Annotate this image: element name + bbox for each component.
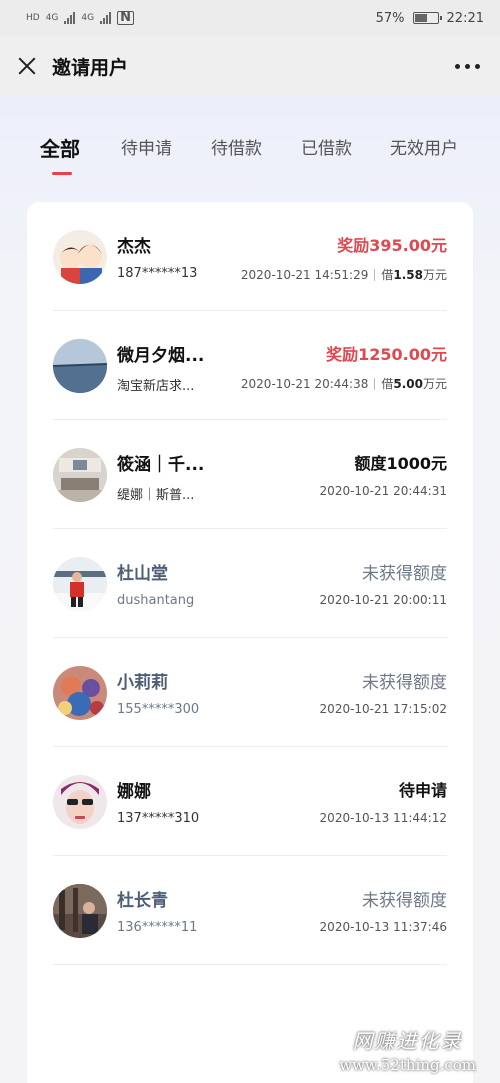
- user-subtitle: dushantang: [117, 593, 195, 608]
- user-time: 2020-10-21 20:44:31: [319, 484, 447, 498]
- user-name: 筱涵｜千...: [117, 455, 205, 475]
- user-meta: 2020-10-21 20:44:31: [320, 484, 447, 498]
- user-row[interactable]: 筱涵｜千... 缇娜｜斯普... 额度1000元 2020-10-21 20:4…: [53, 420, 447, 529]
- loan-amount: 5.00: [393, 377, 423, 391]
- avatar: [53, 775, 107, 829]
- user-time: 2020-10-13 11:44:12: [319, 811, 447, 825]
- user-name: 杰杰: [117, 237, 151, 257]
- tab-pending-loan[interactable]: 待借款: [211, 134, 262, 159]
- user-status: 待申请: [398, 781, 447, 800]
- battery-fill: [414, 14, 427, 22]
- user-name: 杜长青: [117, 891, 168, 911]
- loan-info: 借5.00万元: [381, 375, 447, 392]
- nfc-icon: N: [117, 11, 134, 25]
- user-row[interactable]: 杰杰 187******13 奖励395.00元 2020-10-21 14:5…: [53, 202, 447, 311]
- clock: 22:21: [446, 10, 484, 26]
- user-time: 2020-10-21 20:44:38: [240, 376, 369, 391]
- user-name: 娜娜: [117, 782, 151, 802]
- user-meta: 2020-10-21 20:00:11: [320, 593, 447, 607]
- user-meta: 2020-10-21 14:51:29 借1.58万元: [241, 266, 447, 283]
- user-status: 奖励1250.00元: [326, 345, 447, 364]
- user-name: 小莉莉: [117, 673, 168, 693]
- close-icon[interactable]: [16, 55, 38, 77]
- user-status: 未获得额度: [362, 891, 447, 911]
- user-subtitle: 缇娜｜斯普...: [117, 488, 195, 503]
- avatar: [53, 557, 107, 611]
- status-bar: HD 4G 4G N 57% 22:21: [0, 0, 500, 36]
- battery-icon: [412, 12, 442, 24]
- meta-divider: [374, 377, 376, 390]
- avatar: [53, 884, 107, 938]
- avatar: [53, 339, 107, 393]
- user-subtitle: 137*****310: [117, 811, 200, 826]
- user-subtitle: 187******13: [117, 266, 198, 281]
- user-subtitle: 155*****300: [117, 702, 200, 717]
- user-meta: 2020-10-13 11:37:46: [320, 920, 447, 934]
- network-indicators: HD 4G 4G N: [26, 11, 134, 25]
- avatar: [53, 230, 107, 284]
- page-title: 邀请用户: [52, 56, 129, 79]
- active-tab-indicator: [52, 172, 72, 175]
- tab-invalid-users[interactable]: 无效用户: [390, 134, 458, 159]
- tab-all[interactable]: 全部: [40, 133, 80, 162]
- user-status: 未获得额度: [362, 673, 447, 693]
- user-time: 2020-10-13 11:37:46: [319, 920, 447, 934]
- user-row[interactable]: 微月夕烟... 淘宝新店求... 奖励1250.00元 2020-10-21 2…: [53, 311, 447, 420]
- user-meta: 2020-10-21 20:44:38 借5.00万元: [241, 375, 447, 392]
- watermark-line1: 网赚进化录: [352, 1029, 463, 1053]
- avatar: [53, 448, 107, 502]
- network-label-1: 4G: [45, 13, 59, 23]
- user-status: 未获得额度: [362, 564, 447, 584]
- more-icon[interactable]: [451, 56, 484, 77]
- signal-icon-2: [100, 12, 112, 24]
- tab-loaned[interactable]: 已借款: [301, 134, 352, 159]
- signal-icon: [64, 12, 76, 24]
- loan-unit: 万元: [422, 377, 447, 391]
- user-name: 杜山堂: [117, 564, 168, 584]
- user-time: 2020-10-21 14:51:29: [240, 267, 369, 282]
- watermark: 网赚进化录 www.52thing.com: [339, 1025, 476, 1074]
- network-label-2: 4G: [81, 13, 95, 23]
- user-row[interactable]: 小莉莉 155*****300 未获得额度 2020-10-21 17:15:0…: [53, 638, 447, 747]
- user-row[interactable]: 杜长青 136******11 未获得额度 2020-10-13 11:37:4…: [53, 856, 447, 965]
- user-time: 2020-10-21 20:00:11: [319, 593, 447, 607]
- user-list-card: 杰杰 187******13 奖励395.00元 2020-10-21 14:5…: [27, 202, 473, 1083]
- meta-divider: [374, 268, 376, 281]
- user-name: 微月夕烟...: [117, 346, 205, 366]
- watermark-line2: www.52thing.com: [339, 1056, 476, 1074]
- user-status: 奖励395.00元: [337, 236, 447, 255]
- user-time: 2020-10-21 17:15:02: [319, 702, 447, 716]
- battery-percent: 57%: [375, 10, 405, 26]
- user-subtitle: 淘宝新店求...: [117, 379, 195, 394]
- loan-amount: 1.58: [393, 268, 423, 282]
- tab-pending-apply[interactable]: 待申请: [121, 134, 172, 159]
- user-meta: 2020-10-13 11:44:12: [320, 811, 447, 825]
- loan-info: 借1.58万元: [381, 266, 447, 283]
- loan-prefix: 借: [381, 377, 394, 391]
- loan-prefix: 借: [381, 268, 394, 282]
- loan-unit: 万元: [422, 268, 447, 282]
- tab-bar: 全部 待申请 待借款 已借款 无效用户: [0, 96, 500, 196]
- user-meta: 2020-10-21 17:15:02: [320, 702, 447, 716]
- avatar: [53, 666, 107, 720]
- title-bar: 邀请用户: [0, 36, 500, 96]
- user-status: 额度1000元: [354, 454, 447, 473]
- user-row[interactable]: 杜山堂 dushantang 未获得额度 2020-10-21 20:00:11: [53, 529, 447, 638]
- hd-label: HD: [26, 13, 40, 23]
- user-row[interactable]: 娜娜 137*****310 待申请 2020-10-13 11:44:12: [53, 747, 447, 856]
- user-subtitle: 136******11: [117, 920, 198, 935]
